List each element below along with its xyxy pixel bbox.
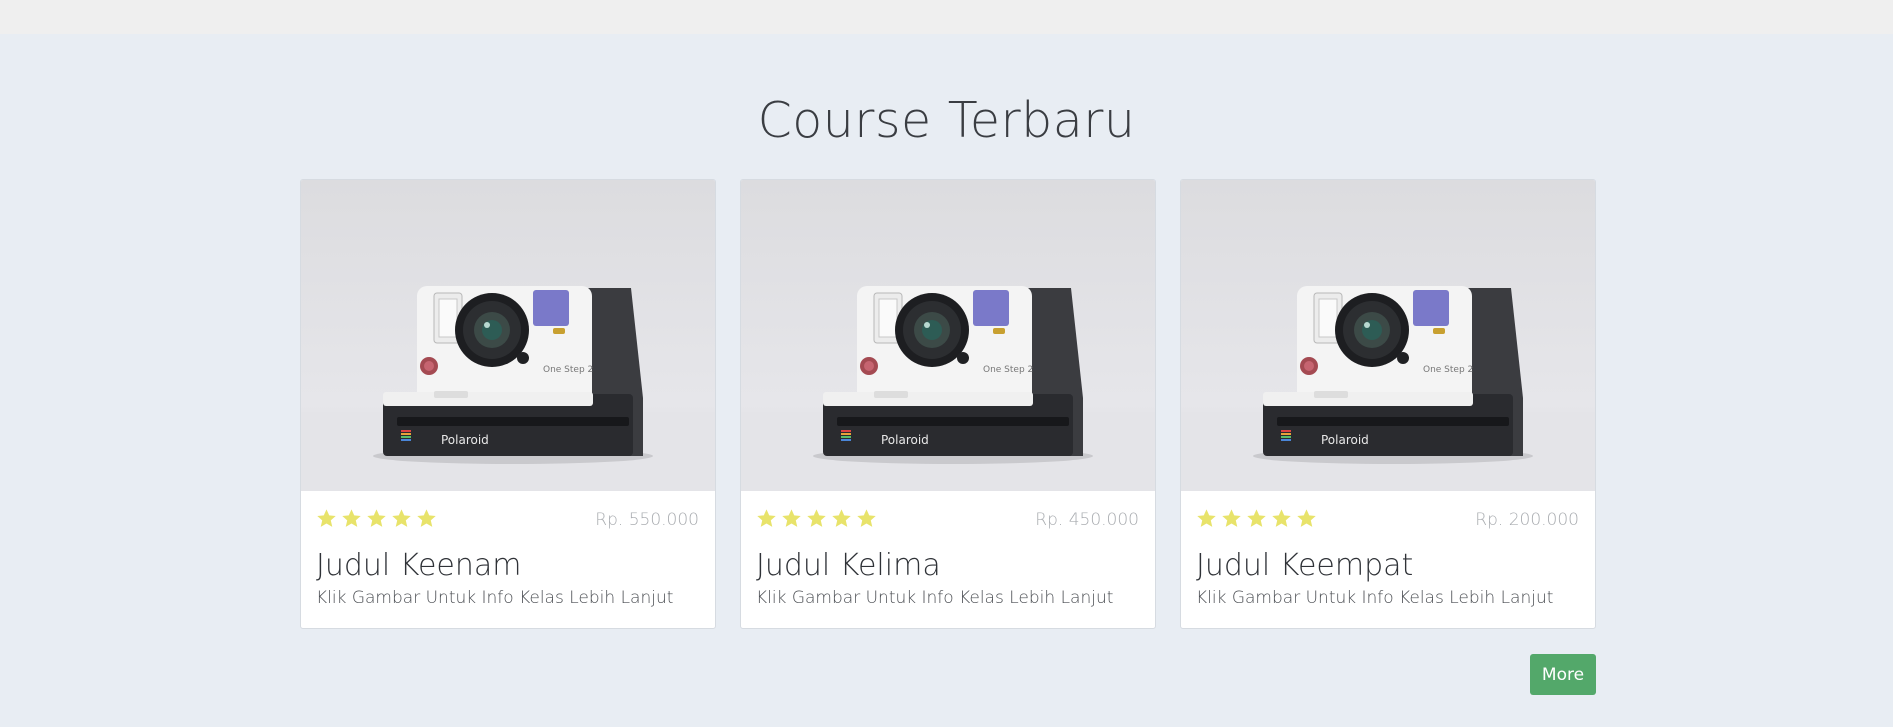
star-icon [782, 509, 801, 527]
course-card[interactable]: One Step 2 Polaroid Rp. 450.000 Judul Ke… [740, 179, 1156, 629]
star-icon [1247, 509, 1266, 527]
star-icon [392, 509, 411, 527]
course-subtitle: Klik Gambar Untuk Info Kelas Lebih Lanju… [316, 588, 674, 608]
course-image[interactable]: One Step 2 Polaroid [741, 180, 1155, 491]
star-icon [1197, 509, 1216, 527]
course-title: Judul Kelima [756, 548, 941, 583]
svg-text:Polaroid: Polaroid [881, 433, 929, 447]
rating-stars [316, 508, 437, 532]
course-image[interactable]: One Step 2 Polaroid [301, 180, 715, 491]
star-icon [317, 509, 336, 527]
star-icon [757, 509, 776, 527]
star-icon [857, 509, 876, 527]
svg-text:Polaroid: Polaroid [441, 433, 489, 447]
rating-stars [1196, 508, 1317, 532]
star-icon [1272, 509, 1291, 527]
star-icon [417, 509, 436, 527]
svg-text:Polaroid: Polaroid [1321, 433, 1369, 447]
rating-stars [756, 508, 877, 532]
svg-text:One Step 2: One Step 2 [1423, 365, 1473, 375]
course-image[interactable]: One Step 2 Polaroid [1181, 180, 1595, 491]
star-icon [342, 509, 361, 527]
course-subtitle: Klik Gambar Untuk Info Kelas Lebih Lanju… [1196, 588, 1554, 608]
star-icon [807, 509, 826, 527]
svg-text:One Step 2: One Step 2 [543, 365, 593, 375]
course-subtitle: Klik Gambar Untuk Info Kelas Lebih Lanju… [756, 588, 1114, 608]
star-icon [1222, 509, 1241, 527]
course-card[interactable]: One Step 2 Polaroid Rp. 200.000 Judul Ke… [1180, 179, 1596, 629]
svg-text:One Step 2: One Step 2 [983, 365, 1033, 375]
course-card[interactable]: One Step 2 Polaroid Rp. 550.000 Judul Ke… [300, 179, 716, 629]
course-title: Judul Keenam [316, 548, 522, 583]
more-button[interactable]: More [1530, 654, 1596, 695]
course-title: Judul Keempat [1196, 548, 1414, 583]
star-icon [367, 509, 386, 527]
course-price: Rp. 200.000 [1475, 510, 1579, 530]
star-icon [1297, 509, 1316, 527]
top-bar [0, 0, 1893, 34]
section-title: Course Terbaru [757, 92, 1136, 149]
course-price: Rp. 450.000 [1035, 510, 1139, 530]
course-price: Rp. 550.000 [595, 510, 699, 530]
course-card-list: One Step 2 Polaroid Rp. 550.000 Judul Ke… [300, 179, 1597, 629]
star-icon [832, 509, 851, 527]
